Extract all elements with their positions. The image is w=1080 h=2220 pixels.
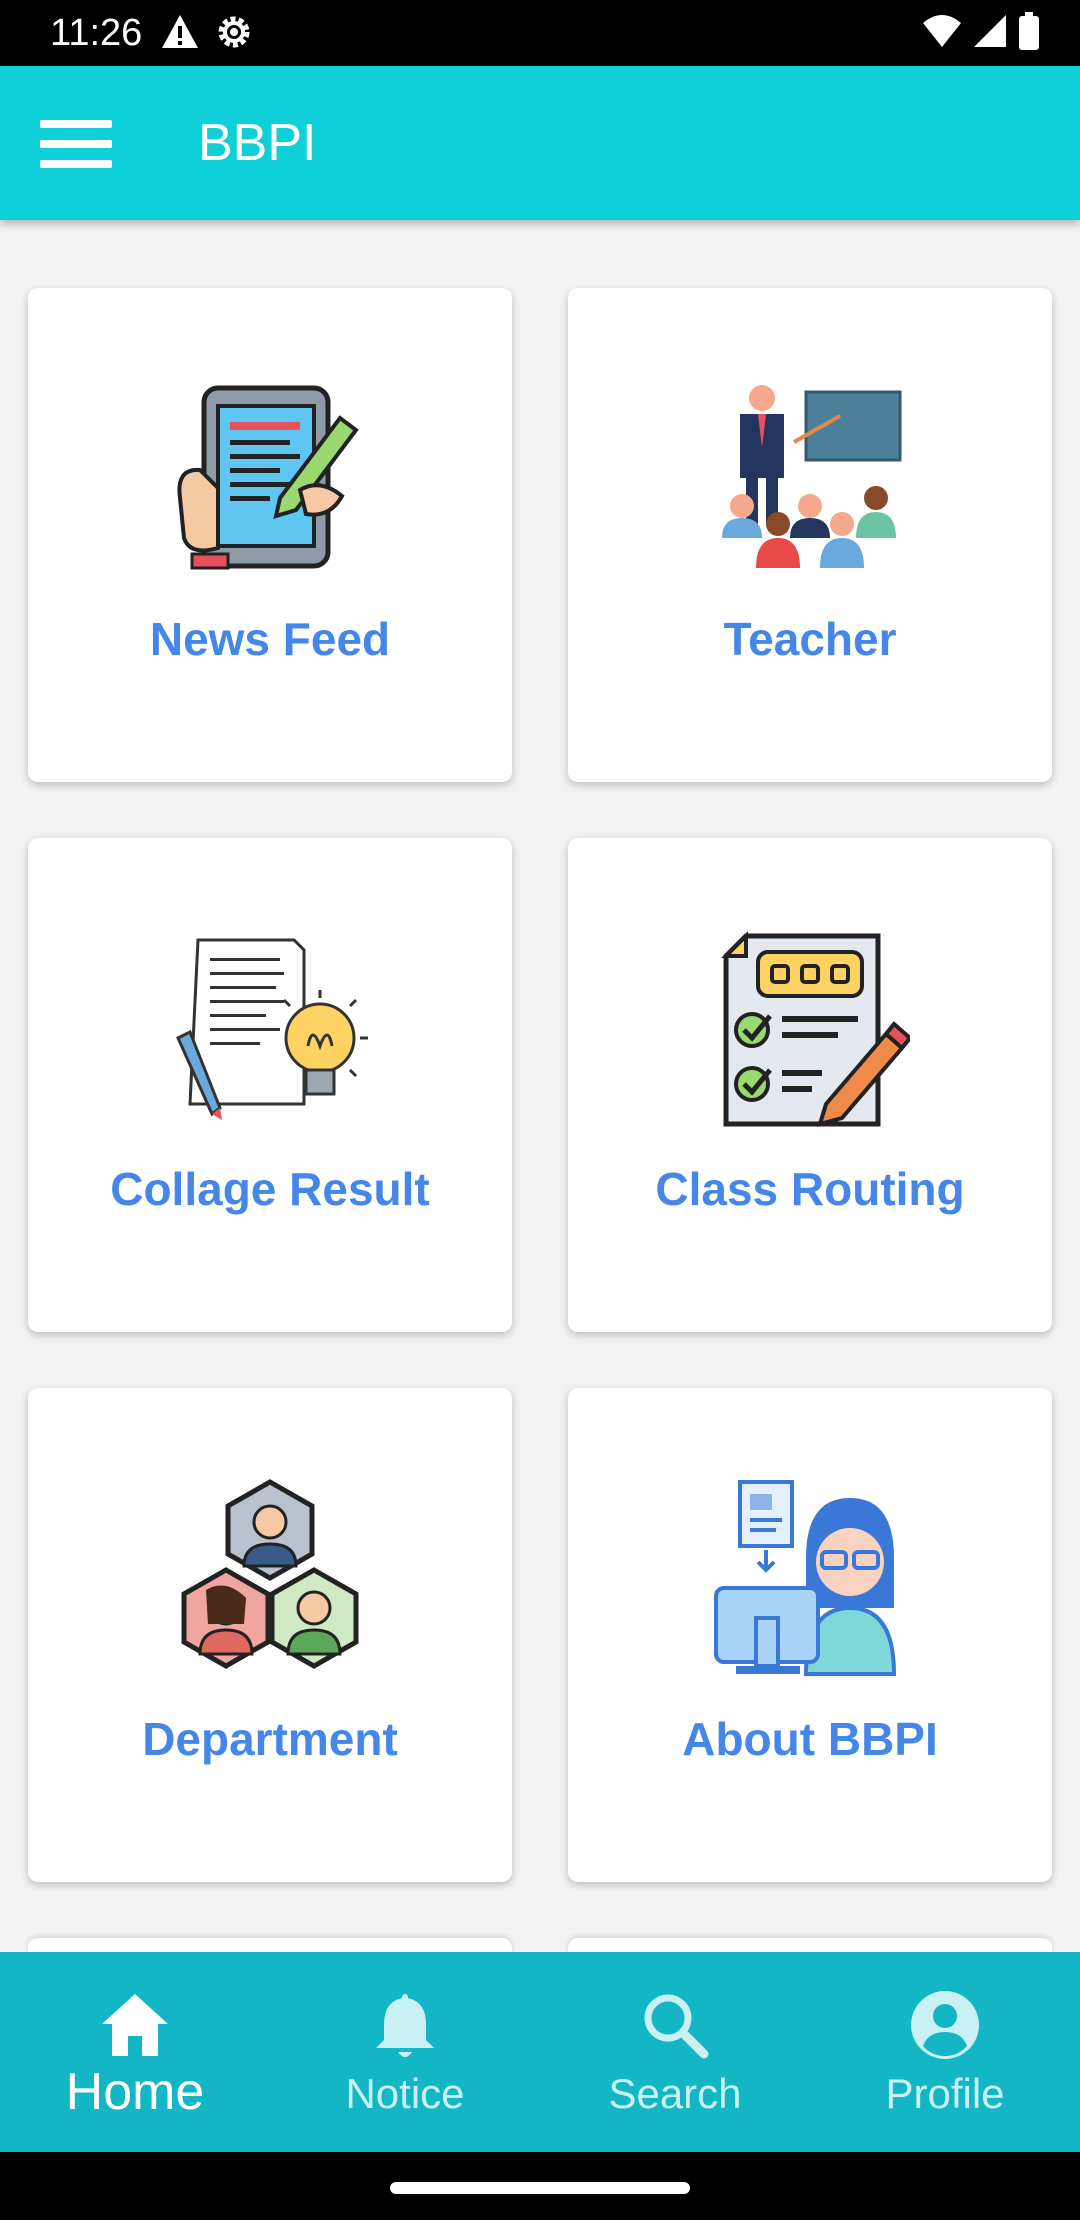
bell-icon <box>376 1994 434 2057</box>
collage-result-label: Collage Result <box>110 1163 430 1215</box>
teacher-classroom-icon <box>722 385 902 568</box>
battery-icon <box>1018 11 1040 55</box>
nav-search[interactable]: Search <box>540 1952 810 2152</box>
hamburger-menu-icon[interactable] <box>30 110 116 176</box>
people-hexagon-icon <box>181 1479 359 1669</box>
department-label: Department <box>142 1713 398 1765</box>
nav-profile[interactable]: Profile <box>810 1952 1080 2152</box>
nav-home-label: Home <box>65 2063 205 2121</box>
news-feed-card[interactable]: News Feed <box>28 288 512 782</box>
news-feed-label: News Feed <box>149 613 391 665</box>
wifi-icon <box>922 13 962 54</box>
collage-result-card[interactable]: Collage Result <box>28 838 512 1332</box>
signal-icon <box>972 13 1008 54</box>
app-bar: BBPI <box>0 66 1080 220</box>
class-routing-label: Class Routing <box>655 1163 965 1215</box>
home-gesture-handle[interactable] <box>390 2182 690 2194</box>
search-icon <box>644 1994 709 2059</box>
teacher-card[interactable]: Teacher <box>568 288 1052 782</box>
nav-home[interactable]: Home <box>0 1952 270 2152</box>
status-bar: 11:26 <box>0 0 1080 66</box>
teacher-label: Teacher <box>723 613 897 665</box>
system-navigation-bar <box>0 2152 1080 2220</box>
home-icon <box>102 1994 168 2056</box>
bottom-navigation: Home Notice Search Profile <box>0 1952 1080 2152</box>
paper-lightbulb-icon <box>176 938 368 1120</box>
about-bbpi-card[interactable]: About BBPI <box>568 1388 1052 1882</box>
checklist-pencil-icon <box>721 931 910 1127</box>
app-title: BBPI <box>198 114 317 172</box>
warning-icon <box>160 12 200 54</box>
settings-icon <box>214 12 254 54</box>
status-time: 11:26 <box>50 12 143 54</box>
nav-notice[interactable]: Notice <box>270 1952 540 2152</box>
nav-profile-label: Profile <box>885 2070 1005 2117</box>
tablet-writing-icon <box>177 385 359 570</box>
profile-icon <box>911 1991 979 2059</box>
nav-notice-label: Notice <box>345 2070 465 2117</box>
woman-computer-icon <box>714 1480 897 1676</box>
class-routing-card[interactable]: Class Routing <box>568 838 1052 1332</box>
about-bbpi-label: About BBPI <box>682 1713 938 1765</box>
nav-search-label: Search <box>608 2070 742 2117</box>
department-card[interactable]: Department <box>28 1388 512 1882</box>
